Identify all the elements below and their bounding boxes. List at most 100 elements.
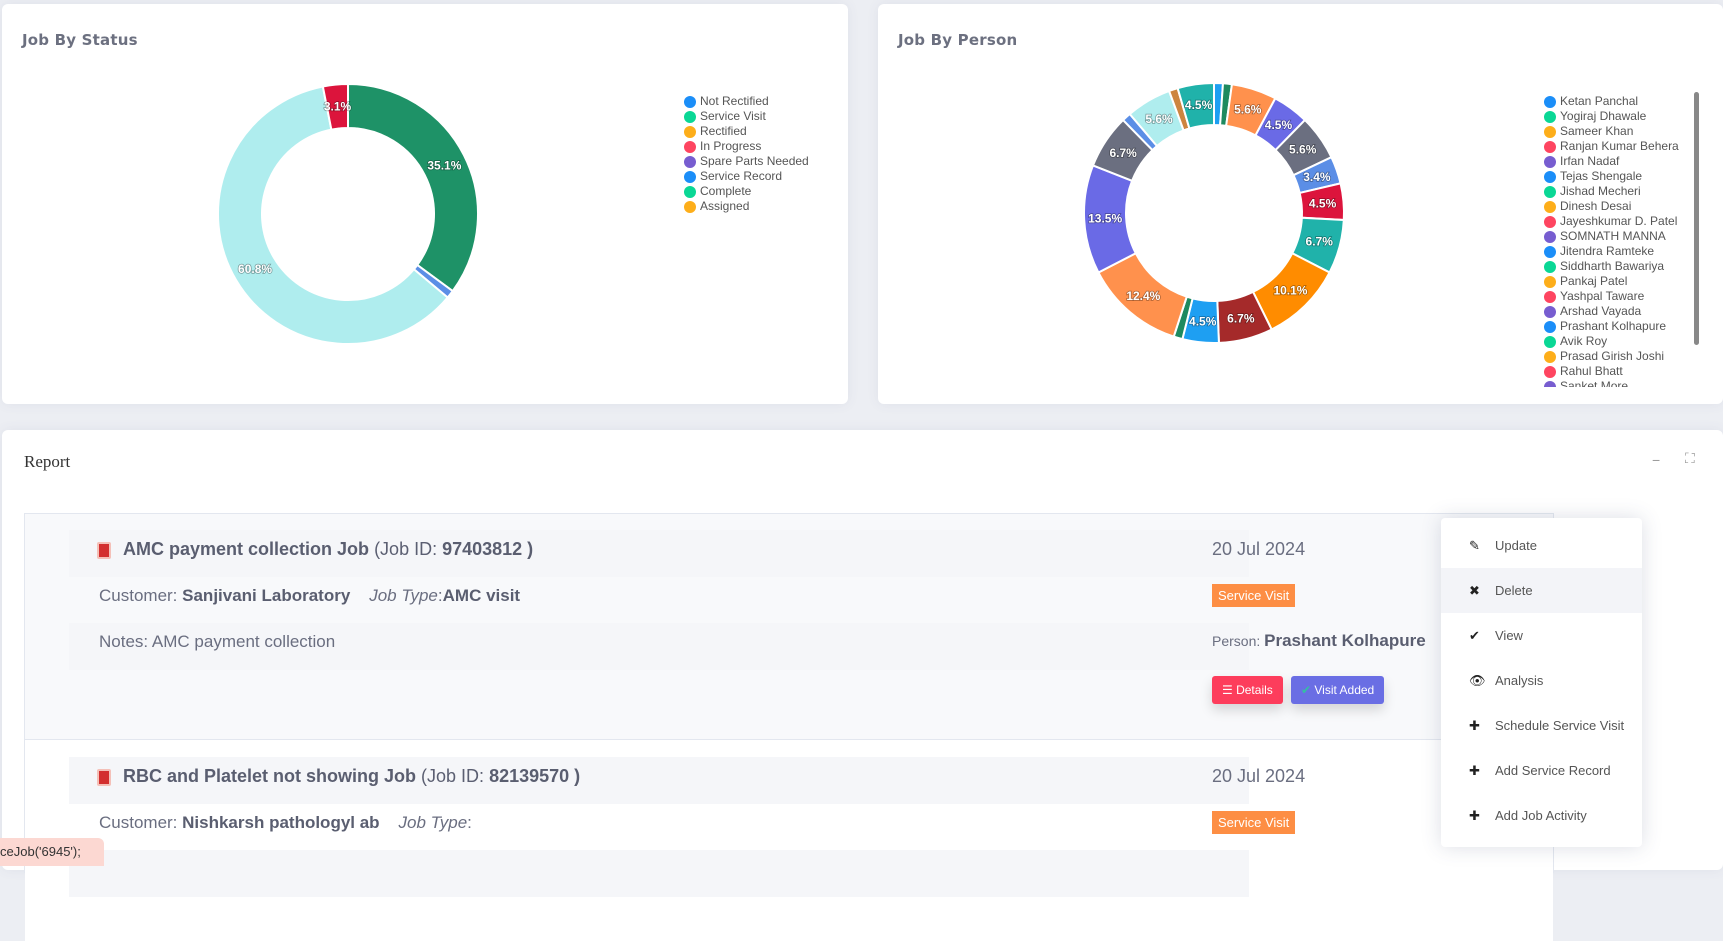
status-badge: Service Visit [1212,584,1296,607]
slice-label: 12.4% [1126,289,1160,303]
legend-item[interactable]: Rahul Bhatt [1544,364,1679,379]
legend-dot-icon [1544,215,1556,228]
job-file-icon [97,769,111,786]
legend-item[interactable]: Spare Parts Needed [684,154,809,169]
slice-label: 5.6% [1145,112,1173,126]
menu-label: Update [1495,538,1537,553]
legend-item[interactable]: Prasad Girish Joshi [1544,349,1679,364]
job-title[interactable]: AMC payment collection Job (Job ID: 9740… [123,539,533,560]
legend-label: Tejas Shengale [1560,169,1643,183]
job-item: RBC and Platelet not showing Job (Job ID… [25,741,1553,941]
plus-icon: ✚ [1469,807,1480,823]
menu-item-add-job-activity[interactable]: ✚ Add Job Activity [1441,793,1642,838]
legend-item[interactable]: In Progress [684,139,809,154]
job-by-person-card: Job By Person 5.6% 4.5% 5.6% 3.4% 4.5% 6.7% 10… [878,4,1723,404]
menu-label: Analysis [1495,673,1544,688]
legend-dot-icon [1544,185,1556,198]
legend-item[interactable]: Arshad Vayada [1544,304,1679,319]
menu-item-schedule-service-visit[interactable]: ✚ Schedule Service Visit [1441,703,1642,748]
legend-item[interactable]: Complete [684,184,809,199]
legend-item[interactable]: Ranjan Kumar Behera [1544,139,1679,154]
legend-item[interactable]: Not Rectified [684,94,809,109]
legend-label: Prasad Girish Joshi [1560,349,1665,363]
legend-label: Sameer Khan [1560,124,1634,138]
report-title: Report [24,452,71,471]
legend-label: Service Visit [700,109,766,123]
legend-item[interactable]: Yashpal Taware [1544,289,1679,304]
legend-item[interactable]: Jitendra Ramteke [1544,244,1679,259]
legend-dot-icon [1544,305,1556,318]
legend-item[interactable]: Rectified [684,124,809,139]
legend-label: Irfan Nadaf [1560,154,1620,168]
legend-item[interactable]: Yogiraj Dhawale [1544,109,1679,124]
legend-dot-icon [684,185,696,198]
legend-item[interactable]: Jayeshkumar D. Patel [1544,214,1679,229]
job-title[interactable]: RBC and Platelet not showing Job (Job ID… [123,766,580,787]
legend-label: In Progress [700,139,762,153]
menu-item-analysis[interactable]: 👁 Analysis [1441,658,1642,703]
legend-item[interactable]: Ketan Panchal [1544,94,1679,109]
legend-item[interactable]: Dinesh Desai [1544,199,1679,214]
fullscreen-button[interactable]: ⛶ [1685,450,1695,467]
legend-item[interactable]: Jishad Mecheri [1544,184,1679,199]
job-date: 20 Jul 2024 [1212,766,1306,786]
donut-slice[interactable] [347,82,479,293]
legend-scrollbar[interactable] [1694,92,1699,345]
job-date: 20 Jul 2024 [1212,539,1306,559]
minimize-button[interactable]: − [1652,452,1660,468]
menu-item-view[interactable]: ✔ View [1441,613,1642,658]
job-customer: Customer: Sanjivani Laboratory Job Type:… [99,586,521,605]
legend-dot-icon [684,200,696,213]
job-person: Person: Prashant Kolhapure [1212,631,1426,650]
menu-label: Delete [1495,583,1533,598]
legend-item[interactable]: Service Record [684,169,809,184]
menu-item-delete[interactable]: ✖ Delete [1441,568,1642,613]
menu-label: Schedule Service Visit [1495,718,1625,733]
legend-item[interactable]: Assigned [684,199,809,214]
slice-label: 4.5% [1265,118,1293,132]
close-icon: ✖ [1469,582,1480,598]
legend-item[interactable]: Sameer Khan [1544,124,1679,139]
plus-icon: ✚ [1469,762,1480,778]
legend-label: Ketan Panchal [1560,94,1639,108]
legend-item[interactable]: Tejas Shengale [1544,169,1679,184]
legend-item[interactable]: Avik Roy [1544,334,1679,349]
legend-item[interactable]: Service Visit [684,109,809,124]
legend-dot-icon [1544,350,1556,363]
status-bar-tooltip: ceJob('6945'); [0,838,104,866]
menu-item-update[interactable]: ✎ Update [1441,523,1642,568]
legend-scroll[interactable]: Ketan Panchal Yogiraj Dhawale Sameer Khan R… [1544,92,1704,387]
slice-label: 4.5% [1185,98,1213,112]
legend-dot-icon [1544,275,1556,288]
slice-label: 4.5% [1189,314,1217,328]
legend-item[interactable]: SOMNATH MANNA [1544,229,1679,244]
visit-added-button[interactable]: ✔ Visit Added [1291,676,1385,704]
job-item: AMC payment collection Job (Job ID: 9740… [25,514,1553,740]
details-button[interactable]: ☰ Details [1212,676,1283,704]
legend-dot-icon [1544,290,1556,303]
legend-label: Arshad Vayada [1560,304,1642,318]
legend-label: Assigned [700,199,750,213]
legend-dot-icon [684,155,696,168]
legend-item[interactable]: Siddharth Bawariya [1544,259,1679,274]
legend-item[interactable]: Irfan Nadaf [1544,154,1679,169]
slice-label: 6.7% [1227,312,1255,326]
job-file-icon [97,542,111,559]
job-notes: Notes: AMC payment collection [99,632,336,651]
legend-label: Jishad Mecheri [1560,184,1641,198]
legend-label: Complete [700,184,752,198]
menu-item-add-service-record[interactable]: ✚ Add Service Record [1441,748,1642,793]
legend-dot-icon [1544,200,1556,213]
legend-item[interactable]: Prashant Kolhapure [1544,319,1679,334]
menu-label: View [1495,628,1523,643]
job-customer: Customer: Nishkarsh pathologyl ab Job Ty… [99,813,472,832]
job-list: AMC payment collection Job (Job ID: 9740… [24,513,1554,941]
slice-label: 5.6% [1289,143,1317,157]
legend-item[interactable]: Pankaj Patel [1544,274,1679,289]
legend-dot-icon [684,125,696,138]
legend-label: Avik Roy [1560,334,1608,348]
legend-label: Siddharth Bawariya [1560,259,1665,273]
legend-label: Dinesh Desai [1560,199,1632,213]
legend-item[interactable]: Sanket More [1544,379,1679,387]
pencil-icon: ✎ [1469,537,1480,553]
